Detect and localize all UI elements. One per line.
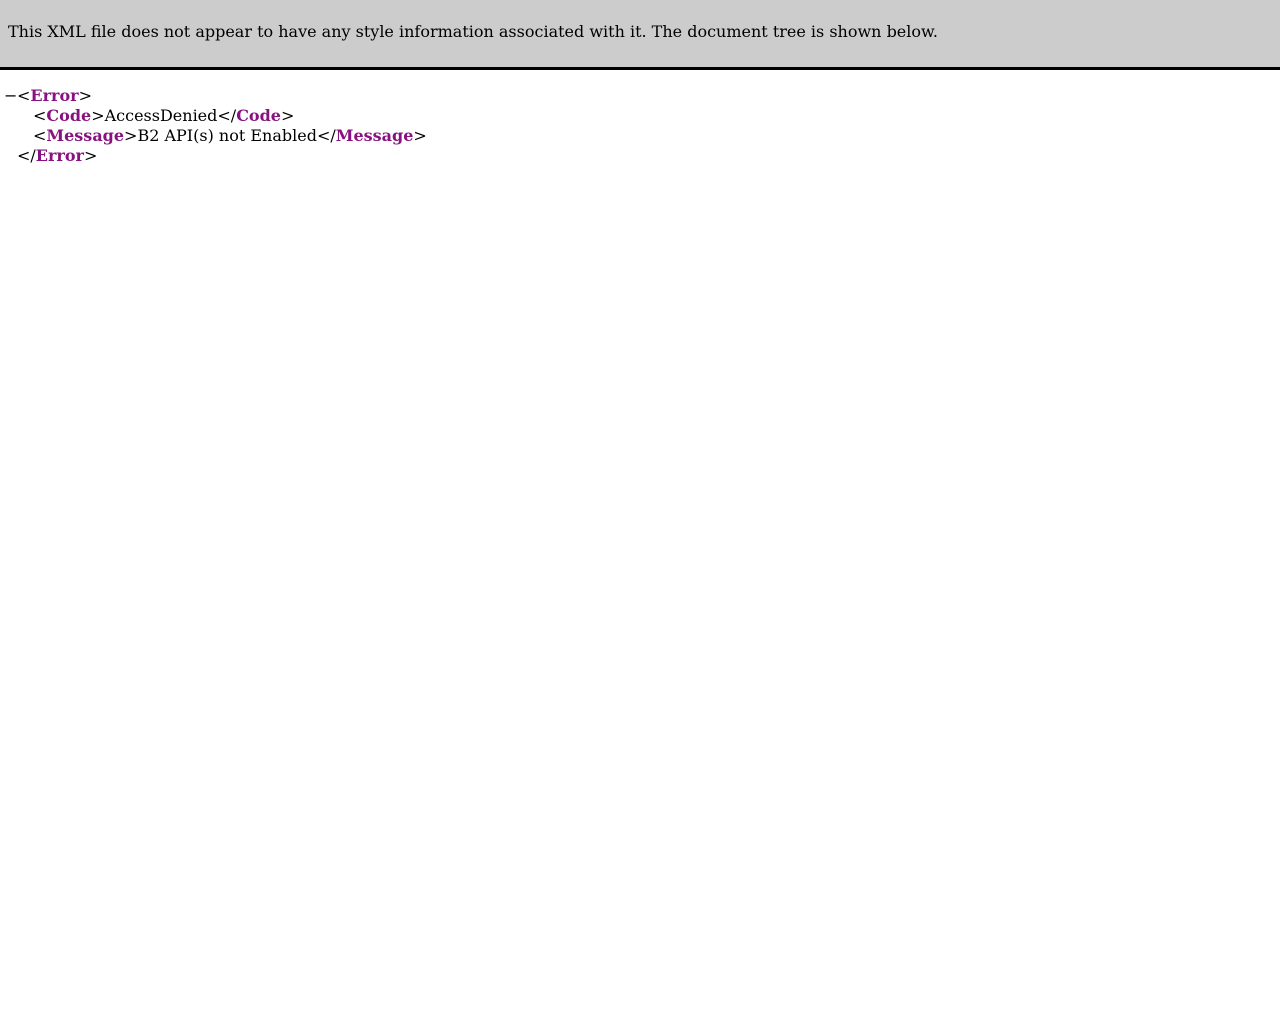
message-value: B2 API(s) not Enabled — [137, 126, 317, 145]
xml-message-element: <Message>B2 API(s) not Enabled</Message> — [0, 126, 427, 146]
tag-bracket: > — [280, 106, 295, 125]
code-value: AccessDenied — [104, 106, 218, 125]
tag-name-error-close: Error — [35, 146, 84, 165]
tag-bracket: < — [33, 106, 47, 125]
xml-info-message: This XML file does not appear to have an… — [8, 22, 938, 41]
collapse-toggle-icon[interactable]: − — [4, 86, 17, 106]
xml-code-element: <Code>AccessDenied</Code> — [0, 106, 427, 126]
tag-bracket: > — [83, 146, 98, 165]
tag-name-message: Message — [46, 126, 125, 145]
tag-bracket: </ — [17, 146, 36, 165]
tag-name-code-close: Code — [236, 106, 281, 125]
xml-root-close-line: </Error> — [0, 146, 427, 166]
tag-bracket: </ — [217, 106, 237, 125]
tag-name-error: Error — [30, 86, 79, 105]
tag-bracket: > — [413, 126, 427, 145]
xml-document-tree: − <Error> <Code>AccessDenied</Code> <Mess… — [0, 86, 427, 166]
tag-name-code: Code — [46, 106, 92, 125]
xml-root-open-line: − <Error> — [0, 86, 427, 106]
xml-info-banner: This XML file does not appear to have an… — [0, 0, 1280, 70]
tag-bracket: > — [91, 106, 105, 125]
tag-bracket: > — [78, 86, 92, 105]
tag-bracket: < — [17, 86, 31, 105]
tag-bracket: > — [124, 126, 138, 145]
tag-bracket: < — [33, 126, 47, 145]
tag-bracket: </ — [316, 126, 336, 145]
tag-name-message-close: Message — [335, 126, 414, 145]
